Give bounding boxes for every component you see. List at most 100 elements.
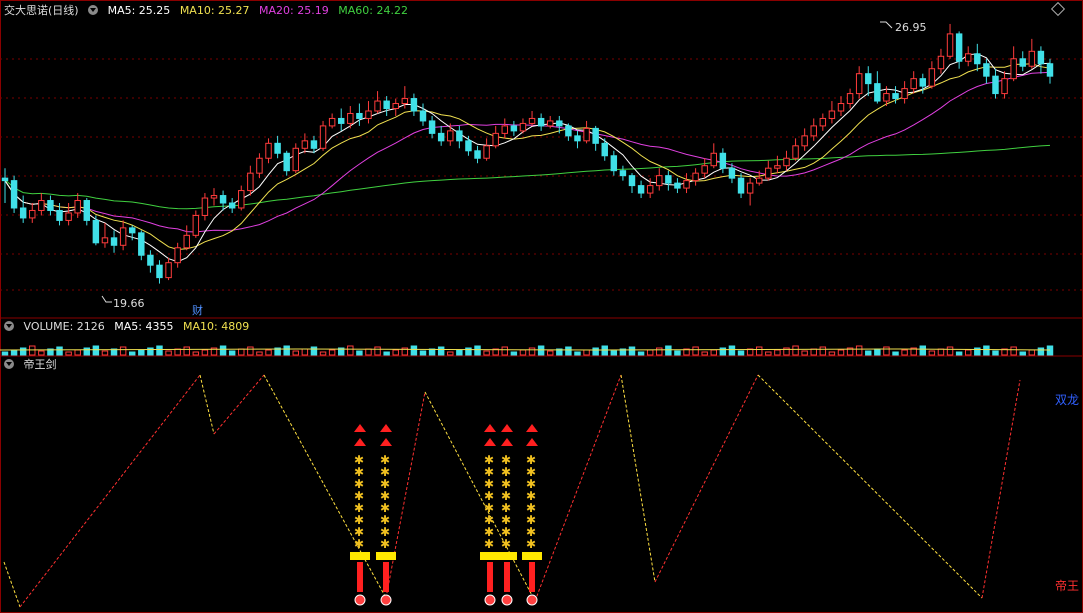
candle-body: [837, 103, 845, 112]
signal-star: ✱: [526, 501, 536, 515]
candle-body: [74, 200, 81, 214]
candle-body: [937, 55, 945, 70]
signal-star: ✱: [526, 525, 536, 539]
volume-bar: [292, 350, 300, 356]
volume-bar: [755, 346, 763, 356]
volume-bar: [901, 349, 908, 356]
volume-bar: [828, 351, 836, 356]
signal-arrow: [501, 424, 513, 432]
candle-body: [10, 180, 18, 209]
volume-bar: [983, 345, 990, 356]
candle-body: [119, 227, 127, 246]
candle-body: [256, 157, 263, 174]
stock-chart-window: { "main_panel": { "title": "交大思诺(日线)", "…: [0, 0, 1083, 613]
candle-body: [665, 175, 672, 184]
volume-bar: [928, 350, 936, 356]
candle-body: [610, 155, 618, 172]
volume-bar: [119, 346, 127, 356]
signal-star: ✱: [354, 453, 364, 467]
chart-canvas: 26.9519.66财✱✱✱✱✱✱✱✱✱✱✱✱✱✱✱✱✱✱✱✱✱✱✱✱✱✱✱✱✱…: [0, 0, 1083, 613]
candle-body: [174, 247, 181, 264]
volume-bar: [19, 347, 27, 356]
candle-body: [810, 125, 817, 137]
low-price-label: 19.66: [113, 297, 145, 310]
candle-body: [674, 182, 681, 189]
volume-bar: [565, 346, 572, 356]
volume-bar: [83, 347, 91, 356]
volume-bar: [665, 345, 672, 356]
candle-body: [410, 98, 418, 112]
candle-body: [1001, 78, 1008, 95]
volume-bar: [946, 346, 954, 356]
candle-body: [583, 127, 590, 142]
candle-body: [428, 120, 436, 134]
volume-bar: [701, 351, 708, 356]
volume-bar: [365, 348, 372, 356]
candle-body: [946, 33, 954, 57]
candle-body: [383, 100, 390, 110]
candle-body: [910, 78, 917, 90]
volume-bar: [201, 349, 209, 356]
volume-bar: [1, 351, 9, 356]
signal-star: ✱: [354, 501, 364, 515]
volume-bar: [710, 349, 718, 356]
candle-body: [310, 140, 318, 149]
volume-bar: [646, 349, 654, 356]
candle-body: [919, 78, 927, 87]
candle-body: [928, 68, 936, 87]
volume-bar: [528, 347, 536, 356]
signal-star: ✱: [380, 465, 390, 479]
candle-body: [774, 165, 781, 169]
volume-bar: [165, 350, 172, 356]
indicator-zigzag-segment: [213, 374, 265, 435]
signal-star: ✱: [526, 513, 536, 527]
volume-bar: [283, 345, 290, 356]
candle-body: [347, 112, 354, 124]
volume-bar: [1028, 349, 1036, 356]
volume-bar: [419, 350, 427, 356]
candle-body: [1010, 58, 1017, 80]
candle-body: [292, 147, 300, 172]
candle-body: [1, 177, 9, 182]
volume-bar: [256, 351, 263, 356]
candle-body: [210, 195, 218, 199]
signal-arrow: [380, 438, 392, 446]
volume-bar: [1019, 351, 1026, 356]
candle-body: [128, 227, 136, 234]
signal-star: ✱: [484, 453, 494, 467]
signal-guard: [350, 552, 370, 560]
candle-body: [592, 127, 599, 144]
signal-arrow: [526, 424, 538, 432]
signal-star: ✱: [380, 501, 390, 515]
signal-star: ✱: [380, 453, 390, 467]
candle-body: [565, 125, 572, 137]
signal-star: ✱: [501, 501, 511, 515]
volume-bar: [537, 345, 545, 356]
candle-body: [792, 145, 799, 159]
candle-body: [392, 103, 399, 110]
signal-hilt: [529, 562, 535, 592]
volume-bar: [919, 345, 927, 356]
candle-body: [401, 98, 409, 105]
signal-star: ✱: [354, 513, 364, 527]
signal-star: ✱: [354, 489, 364, 503]
volume-bar: [937, 348, 945, 356]
candle-body: [301, 140, 309, 149]
volume-bar: [546, 350, 554, 356]
candle-body: [656, 175, 663, 187]
indicator-zigzag-segment: [385, 391, 426, 599]
signal-star: ✱: [501, 525, 511, 539]
candle-body: [101, 237, 109, 244]
signal-star: ✱: [380, 513, 390, 527]
ma10-line: [4, 63, 1051, 251]
candle-body: [637, 185, 645, 194]
volume-bar: [319, 351, 327, 356]
candle-body: [38, 200, 45, 211]
volume-bar: [883, 346, 890, 356]
signal-star: ✱: [484, 489, 494, 503]
volume-bar: [1046, 345, 1054, 356]
volume-bar: [383, 351, 390, 356]
signal-star: ✱: [501, 465, 511, 479]
signal-arrow: [484, 424, 496, 432]
volume-bar: [964, 349, 972, 356]
